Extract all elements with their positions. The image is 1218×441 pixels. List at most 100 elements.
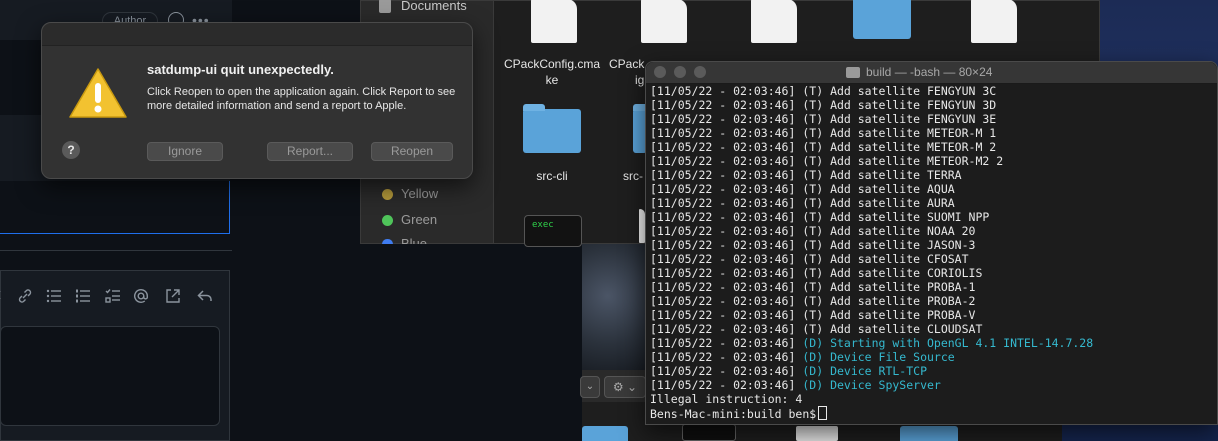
log-body: (T) Add satellite PROBA-2: [802, 294, 975, 308]
log-body: (T) Add satellite METEOR-M2 2: [802, 154, 1003, 168]
terminal-line: [11/05/22 - 02:03:46] (D) Device SpyServ…: [650, 378, 1210, 392]
sidebar-tag-green[interactable]: Green: [401, 212, 437, 227]
log-body: (D) Device File Source: [802, 350, 954, 364]
terminal-output[interactable]: [11/05/22 - 02:03:46] (T) Add satellite …: [650, 84, 1210, 421]
folder-icon[interactable]: [582, 426, 628, 441]
log-body: (T) Add satellite NOAA 20: [802, 224, 975, 238]
sidebar-tag-yellow[interactable]: Yellow: [401, 186, 438, 201]
file-document-icon[interactable]: [641, 0, 687, 43]
log-body: (D) Device RTL-TCP: [802, 364, 927, 378]
log-timestamp: [11/05/22 - 02:03:46]: [650, 112, 796, 126]
log-level: (T): [802, 266, 824, 280]
log-body: (T) Add satellite METEOR-M 1: [802, 126, 996, 140]
terminal-error-line: Illegal instruction: 4: [650, 392, 803, 406]
terminal-line: [11/05/22 - 02:03:46] (T) Add satellite …: [650, 126, 1210, 140]
log-message: Add satellite CFOSAT: [830, 252, 969, 266]
log-body: (T) Add satellite FENGYUN 3E: [802, 112, 996, 126]
folder-icon[interactable]: [900, 426, 958, 441]
log-body: (T) Add satellite AQUA: [802, 182, 954, 196]
cross-reference-icon[interactable]: [164, 288, 182, 306]
log-level: (D): [802, 350, 824, 364]
log-timestamp: [11/05/22 - 02:03:46]: [650, 322, 796, 336]
log-body: (T) Add satellite PROBA-V: [802, 308, 975, 322]
log-message: Add satellite FENGYUN 3D: [830, 98, 997, 112]
numbered-list-icon[interactable]: [74, 288, 92, 306]
sidebar-item-documents[interactable]: Documents: [401, 0, 467, 13]
log-timestamp: [11/05/22 - 02:03:46]: [650, 182, 796, 196]
folder-label-src-cli[interactable]: src-cli: [511, 168, 593, 184]
gear-icon[interactable]: ⚙ ⌄: [604, 376, 646, 398]
log-timestamp: [11/05/22 - 02:03:46]: [650, 266, 796, 280]
terminal-line: [11/05/22 - 02:03:46] (T) Add satellite …: [650, 224, 1210, 238]
folder-icon[interactable]: [853, 0, 911, 39]
log-timestamp: [11/05/22 - 02:03:46]: [650, 224, 796, 238]
terminal-prompt-line[interactable]: Bens-Mac-mini:build ben$: [650, 406, 1210, 421]
minimize-icon[interactable]: [674, 66, 686, 78]
log-body: (T) Add satellite SUOMI NPP: [802, 210, 989, 224]
chevron-down-icon[interactable]: ⌄: [580, 376, 600, 398]
comment-textarea[interactable]: [0, 326, 220, 426]
terminal-line: [11/05/22 - 02:03:46] (T) Add satellite …: [650, 112, 1210, 126]
zoom-icon[interactable]: [694, 66, 706, 78]
link-icon[interactable]: [16, 288, 34, 306]
desktop-wallpaper-rock: [582, 244, 646, 374]
tag-yellow-dot: [382, 189, 393, 200]
divider: [0, 250, 232, 251]
log-level: (T): [802, 84, 824, 98]
log-body: (T) Add satellite METEOR-M 2: [802, 140, 996, 154]
file-document-icon[interactable]: [796, 426, 838, 441]
terminal-line: [11/05/22 - 02:03:46] (T) Add satellite …: [650, 266, 1210, 280]
sidebar-tag-blue[interactable]: Blue: [401, 236, 427, 244]
log-level: (T): [802, 294, 824, 308]
log-level: (T): [802, 112, 824, 126]
terminal-line: [11/05/22 - 02:03:46] (T) Add satellite …: [650, 154, 1210, 168]
file-label-line: CPack: [609, 57, 645, 71]
log-timestamp: [11/05/22 - 02:03:46]: [650, 280, 796, 294]
log-message: Add satellite FENGYUN 3C: [830, 84, 997, 98]
log-message: Add satellite PROBA-2: [830, 294, 976, 308]
log-timestamp: [11/05/22 - 02:03:46]: [650, 168, 796, 182]
log-body: (T) Add satellite CFOSAT: [802, 252, 968, 266]
file-document-icon[interactable]: [971, 0, 1017, 43]
log-body: (T) Add satellite TERRA: [802, 168, 961, 182]
log-timestamp: [11/05/22 - 02:03:46]: [650, 378, 796, 392]
log-body: (T) Add satellite PROBA-1: [802, 280, 975, 294]
mention-icon[interactable]: [132, 288, 150, 306]
tag-blue-dot: [382, 239, 393, 244]
terminal-line: [11/05/22 - 02:03:46] (T) Add satellite …: [650, 196, 1210, 210]
log-level: (D): [802, 336, 824, 350]
file-label-line: ig: [635, 73, 645, 87]
log-level: (T): [802, 126, 824, 140]
report-button[interactable]: Report...: [267, 142, 353, 161]
task-list-icon[interactable]: [104, 288, 122, 306]
file-label-cpacksourceconfig[interactable]: CPack ig: [609, 56, 645, 88]
file-document-icon[interactable]: [751, 0, 797, 43]
help-button[interactable]: ?: [62, 141, 80, 159]
file-document-icon[interactable]: [531, 0, 577, 43]
bulleted-list-icon[interactable]: [45, 288, 63, 306]
reply-icon[interactable]: [196, 288, 214, 306]
log-timestamp: [11/05/22 - 02:03:46]: [650, 154, 796, 168]
terminal-line: [11/05/22 - 02:03:46] (T) Add satellite …: [650, 140, 1210, 154]
exec-file-icon[interactable]: [682, 424, 736, 441]
terminal-prompt: Bens-Mac-mini:build ben$: [650, 407, 817, 421]
exec-label: exec: [532, 220, 554, 230]
ignore-button[interactable]: Ignore: [147, 142, 223, 161]
log-timestamp: [11/05/22 - 02:03:46]: [650, 252, 796, 266]
dialog-message: Click Reopen to open the application aga…: [147, 86, 456, 112]
log-level: (T): [802, 154, 824, 168]
folder-label-src[interactable]: src-: [623, 168, 647, 184]
code-icon[interactable]: [0, 288, 12, 306]
log-level: (T): [802, 252, 824, 266]
log-message: Add satellite AQUA: [830, 182, 955, 196]
log-level: (T): [802, 280, 824, 294]
log-body: (D) Starting with OpenGL 4.1 INTEL-14.7.…: [802, 336, 1093, 350]
folder-icon[interactable]: [523, 104, 581, 153]
file-label-cpackconfig[interactable]: CPackConfig.cma ke: [499, 56, 605, 88]
close-icon[interactable]: [654, 66, 666, 78]
reopen-button[interactable]: Reopen: [371, 142, 453, 161]
log-timestamp: [11/05/22 - 02:03:46]: [650, 308, 796, 322]
terminal-line: [11/05/22 - 02:03:46] (T) Add satellite …: [650, 280, 1210, 294]
file-label-line: ke: [545, 73, 559, 87]
log-message: Device RTL-TCP: [830, 364, 927, 378]
